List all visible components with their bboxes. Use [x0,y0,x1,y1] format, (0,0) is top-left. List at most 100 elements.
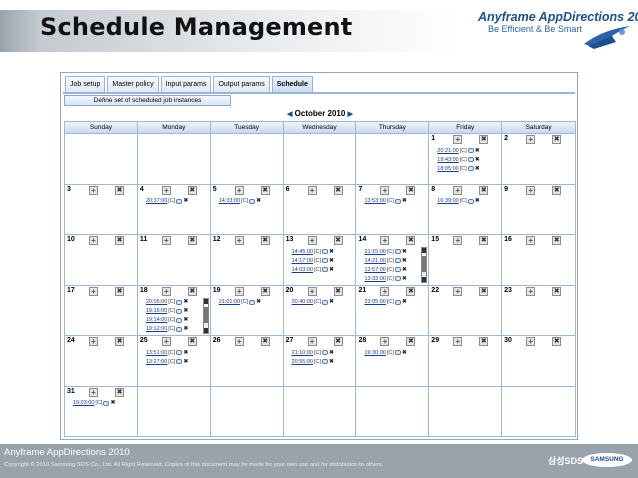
detail-icon[interactable] [467,166,474,171]
add-schedule-icon[interactable]: + [89,236,98,245]
remove-entry-icon[interactable]: ✖ [256,198,261,204]
scroll-down-icon[interactable] [203,327,208,333]
add-schedule-icon[interactable]: + [526,185,536,195]
delete-schedule-icon[interactable]: ✖ [333,236,343,245]
add-schedule-icon[interactable]: + [307,337,317,346]
detail-icon[interactable] [394,258,401,263]
remove-entry-icon[interactable]: ✖ [183,308,188,314]
delete-schedule-icon[interactable]: ✖ [187,185,197,195]
detail-icon[interactable] [322,359,329,364]
add-schedule-icon[interactable]: + [380,286,390,296]
add-schedule-icon[interactable]: + [526,337,536,346]
delete-schedule-icon[interactable]: ✖ [406,337,416,346]
remove-entry-icon[interactable]: ✖ [402,267,407,273]
delete-schedule-icon[interactable]: ✖ [479,236,489,245]
add-schedule-icon[interactable]: + [453,236,463,245]
add-schedule-icon[interactable]: + [380,337,390,346]
remove-entry-icon[interactable]: ✖ [110,400,115,406]
detail-icon[interactable] [322,267,329,272]
add-schedule-icon[interactable]: + [380,236,390,245]
tab-master-policy[interactable]: Master policy [107,76,159,93]
entry-time-link[interactable]: 19:30:00 [364,350,385,356]
add-schedule-icon[interactable]: + [307,185,317,195]
remove-entry-icon[interactable]: ✖ [329,359,334,365]
remove-entry-icon[interactable]: ✖ [329,350,334,356]
entry-time-link[interactable]: 20:21:00 [437,148,458,154]
tab-input-params[interactable]: Input params [160,76,212,93]
delete-schedule-icon[interactable]: ✖ [260,236,270,245]
remove-entry-icon[interactable]: ✖ [183,350,188,356]
entry-time-link[interactable]: 19:14:00 [146,317,167,323]
detail-icon[interactable] [176,299,183,305]
entry-time-link[interactable]: 13:27:00 [146,359,167,365]
add-schedule-icon[interactable]: + [453,286,463,296]
entry-scrollbar[interactable] [421,247,428,283]
entry-time-link[interactable]: 16:39:00 [437,198,458,204]
delete-schedule-icon[interactable]: ✖ [552,286,562,296]
delete-schedule-icon[interactable]: ✖ [187,286,197,296]
delete-schedule-icon[interactable]: ✖ [552,135,562,144]
delete-schedule-icon[interactable]: ✖ [406,185,416,195]
remove-entry-icon[interactable]: ✖ [475,148,480,154]
detail-icon[interactable] [467,148,474,153]
delete-schedule-icon[interactable]: ✖ [333,337,343,346]
tab-schedule[interactable]: Schedule [271,76,313,93]
add-schedule-icon[interactable]: + [234,337,244,346]
delete-schedule-icon[interactable]: ✖ [552,185,562,195]
delete-schedule-icon[interactable]: ✖ [260,286,270,296]
add-schedule-icon[interactable]: + [380,185,390,195]
remove-entry-icon[interactable]: ✖ [475,157,480,163]
delete-schedule-icon[interactable]: ✖ [115,286,124,296]
delete-schedule-icon[interactable]: ✖ [479,286,489,296]
remove-entry-icon[interactable]: ✖ [475,198,480,204]
delete-schedule-icon[interactable]: ✖ [552,236,562,245]
detail-icon[interactable] [394,267,401,272]
detail-icon[interactable] [394,276,401,281]
remove-entry-icon[interactable]: ✖ [183,326,188,332]
remove-entry-icon[interactable]: ✖ [475,166,480,172]
entry-time-link[interactable]: 13:51:00 [146,350,167,356]
detail-icon[interactable] [394,198,401,204]
delete-schedule-icon[interactable]: ✖ [406,286,416,296]
detail-icon[interactable] [249,299,256,305]
add-schedule-icon[interactable]: + [526,286,536,296]
remove-entry-icon[interactable]: ✖ [402,258,407,264]
detail-icon[interactable] [467,198,474,204]
entry-time-link[interactable]: 19:43:00 [437,157,458,163]
add-schedule-icon[interactable]: + [453,135,463,144]
add-schedule-icon[interactable]: + [526,135,536,144]
remove-entry-icon[interactable]: ✖ [402,299,407,305]
delete-schedule-icon[interactable]: ✖ [115,236,124,245]
detail-icon[interactable] [176,198,183,204]
add-schedule-icon[interactable]: + [161,185,171,195]
entry-time-link[interactable]: 20:37:00 [146,198,167,204]
entry-time-link[interactable]: 19:12:00 [146,326,167,332]
remove-entry-icon[interactable]: ✖ [256,299,261,305]
delete-schedule-icon[interactable]: ✖ [260,337,270,346]
detail-icon[interactable] [176,308,183,314]
remove-entry-icon[interactable]: ✖ [402,276,407,282]
delete-schedule-icon[interactable]: ✖ [115,387,124,397]
delete-schedule-icon[interactable]: ✖ [333,286,343,296]
add-schedule-icon[interactable]: + [89,185,98,195]
delete-schedule-icon[interactable]: ✖ [115,185,124,195]
delete-schedule-icon[interactable]: ✖ [260,185,270,195]
entry-time-link[interactable]: 21:15:00 [364,249,385,255]
tab-job-setup[interactable]: Job setup [65,76,106,93]
detail-icon[interactable] [467,157,474,162]
detail-icon[interactable] [176,326,183,332]
entry-time-link[interactable]: 14:45:00 [292,249,313,255]
remove-entry-icon[interactable]: ✖ [329,299,334,305]
detail-icon[interactable] [176,317,183,323]
entry-time-link[interactable]: 20:55:00 [292,359,313,365]
entry-time-link[interactable]: 14:33:00 [219,198,240,204]
entry-time-link[interactable]: 20:40:00 [292,299,313,305]
entry-time-link[interactable]: 18:05:00 [437,166,458,172]
add-schedule-icon[interactable]: + [526,236,536,245]
entry-time-link[interactable]: 19:16:00 [146,308,167,314]
add-schedule-icon[interactable]: + [234,236,244,245]
remove-entry-icon[interactable]: ✖ [329,258,334,264]
entry-time-link[interactable]: 14:03:00 [292,267,313,273]
remove-entry-icon[interactable]: ✖ [183,317,188,323]
scroll-thumb[interactable] [203,306,208,323]
